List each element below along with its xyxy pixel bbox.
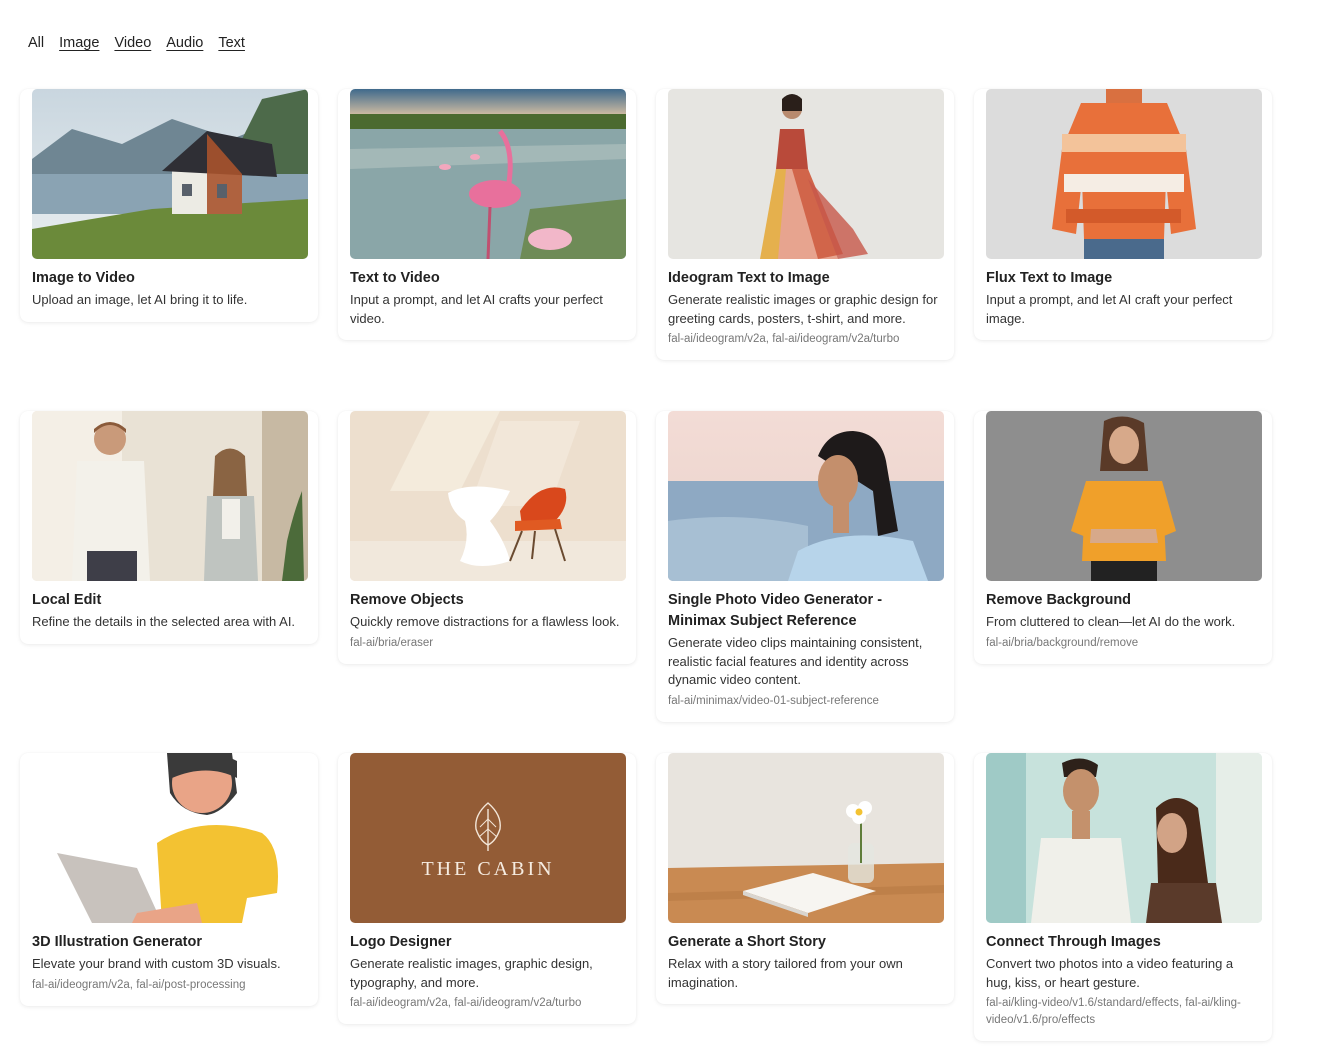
card-logo-designer[interactable]: THE CABIN Logo Designer Generate realist… bbox=[338, 753, 636, 1024]
card-description: Convert two photos into a video featurin… bbox=[986, 956, 1234, 990]
flamingo-lake-image bbox=[350, 89, 626, 259]
card-description: Generate realistic images, graphic desig… bbox=[350, 956, 593, 990]
card-title: Image to Video bbox=[32, 270, 135, 286]
tab-audio[interactable]: Audio bbox=[166, 34, 203, 52]
tab-text[interactable]: Text bbox=[218, 34, 245, 52]
card-thumbnail: THE CABIN bbox=[350, 753, 626, 923]
logo-text: THE CABIN bbox=[421, 858, 554, 880]
card-title: Single Photo Video Generator - Minimax S… bbox=[668, 592, 883, 629]
card-model-ids: fal-ai/minimax/video-01-subject-referenc… bbox=[668, 694, 879, 707]
card-title: Text to Video bbox=[350, 270, 440, 286]
card-connect-through-images[interactable]: Connect Through Images Convert two photo… bbox=[974, 753, 1272, 1041]
card-title: Connect Through Images bbox=[986, 934, 1161, 950]
card-model-ids: fal-ai/kling-video/v1.6/standard/effects… bbox=[986, 997, 1241, 1026]
card-thumbnail bbox=[32, 89, 308, 259]
card-generate-short-story[interactable]: Generate a Short Story Relax with a stor… bbox=[656, 753, 954, 1004]
card-description: Relax with a story tailored from your ow… bbox=[668, 956, 903, 990]
card-3d-illustration-generator[interactable]: 3D Illustration Generator Elevate your b… bbox=[20, 753, 318, 1006]
card-text-to-video[interactable]: Text to Video Input a prompt, and let AI… bbox=[338, 89, 636, 340]
card-description: Generate video clips maintaining consist… bbox=[668, 635, 923, 687]
card-flux-text-to-image[interactable]: Flux Text to Image Input a prompt, and l… bbox=[974, 89, 1272, 340]
card-remove-background[interactable]: Remove Background From cluttered to clea… bbox=[974, 411, 1272, 664]
card-thumbnail bbox=[32, 411, 308, 581]
book-flower-image bbox=[668, 753, 944, 923]
card-remove-objects[interactable]: Remove Objects Quickly remove distractio… bbox=[338, 411, 636, 664]
card-title: Ideogram Text to Image bbox=[668, 270, 830, 286]
card-title: 3D Illustration Generator bbox=[32, 934, 203, 950]
tab-image[interactable]: Image bbox=[59, 34, 99, 52]
woman-yellow-shirt-image bbox=[986, 411, 1262, 581]
category-filter-tabs: All Image Video Audio Text bbox=[28, 34, 260, 52]
cabin-logo-image: THE CABIN bbox=[350, 753, 626, 923]
card-thumbnail bbox=[986, 89, 1262, 259]
card-title: Generate a Short Story bbox=[668, 934, 826, 950]
card-title: Remove Background bbox=[986, 592, 1132, 608]
woman-dress-image bbox=[668, 89, 944, 259]
card-title: Local Edit bbox=[32, 592, 102, 608]
3d-character-laptop-image bbox=[32, 753, 308, 923]
card-thumbnail bbox=[668, 753, 944, 923]
card-description: Input a prompt, and let AI craft your pe… bbox=[986, 292, 1233, 326]
card-model-ids: fal-ai/bria/background/remove bbox=[986, 636, 1139, 649]
tab-all[interactable]: All bbox=[28, 34, 44, 52]
striped-sweater-image bbox=[986, 89, 1262, 259]
card-model-ids: fal-ai/ideogram/v2a, fal-ai/post-process… bbox=[32, 978, 246, 991]
card-thumbnail bbox=[350, 411, 626, 581]
card-model-ids: fal-ai/bria/eraser bbox=[350, 636, 434, 649]
card-thumbnail bbox=[32, 753, 308, 923]
card-description: Quickly remove distractions for a flawle… bbox=[350, 614, 620, 629]
card-model-ids: fal-ai/ideogram/v2a, fal-ai/ideogram/v2a… bbox=[350, 997, 582, 1009]
card-title: Flux Text to Image bbox=[986, 270, 1113, 286]
couple-image bbox=[986, 753, 1262, 923]
card-title: Logo Designer bbox=[350, 934, 452, 950]
card-model-ids: fal-ai/ideogram/v2a, fal-ai/ideogram/v2a… bbox=[668, 333, 900, 345]
lake-cabin-image bbox=[32, 89, 308, 259]
card-thumbnail bbox=[668, 89, 944, 259]
card-local-edit[interactable]: Local Edit Refine the details in the sel… bbox=[20, 411, 318, 644]
woman-beach-image bbox=[668, 411, 944, 581]
card-single-photo-video-generator[interactable]: Single Photo Video Generator - Minimax S… bbox=[656, 411, 954, 722]
card-thumbnail bbox=[986, 753, 1262, 923]
card-description: From cluttered to clean—let AI do the wo… bbox=[986, 614, 1236, 629]
two-people-talking-image bbox=[32, 411, 308, 581]
card-description: Elevate your brand with custom 3D visual… bbox=[32, 956, 281, 971]
card-thumbnail bbox=[668, 411, 944, 581]
card-thumbnail bbox=[350, 89, 626, 259]
card-title: Remove Objects bbox=[350, 592, 464, 608]
room-chair-image bbox=[350, 411, 626, 581]
card-description: Generate realistic images or graphic des… bbox=[668, 292, 938, 326]
tab-video[interactable]: Video bbox=[114, 34, 151, 52]
card-description: Refine the details in the selected area … bbox=[32, 614, 296, 629]
card-ideogram-text-to-image[interactable]: Ideogram Text to Image Generate realisti… bbox=[656, 89, 954, 360]
card-thumbnail bbox=[986, 411, 1262, 581]
card-image-to-video[interactable]: Image to Video Upload an image, let AI b… bbox=[20, 89, 318, 322]
card-description: Input a prompt, and let AI crafts your p… bbox=[350, 292, 603, 326]
card-description: Upload an image, let AI bring it to life… bbox=[32, 292, 248, 307]
